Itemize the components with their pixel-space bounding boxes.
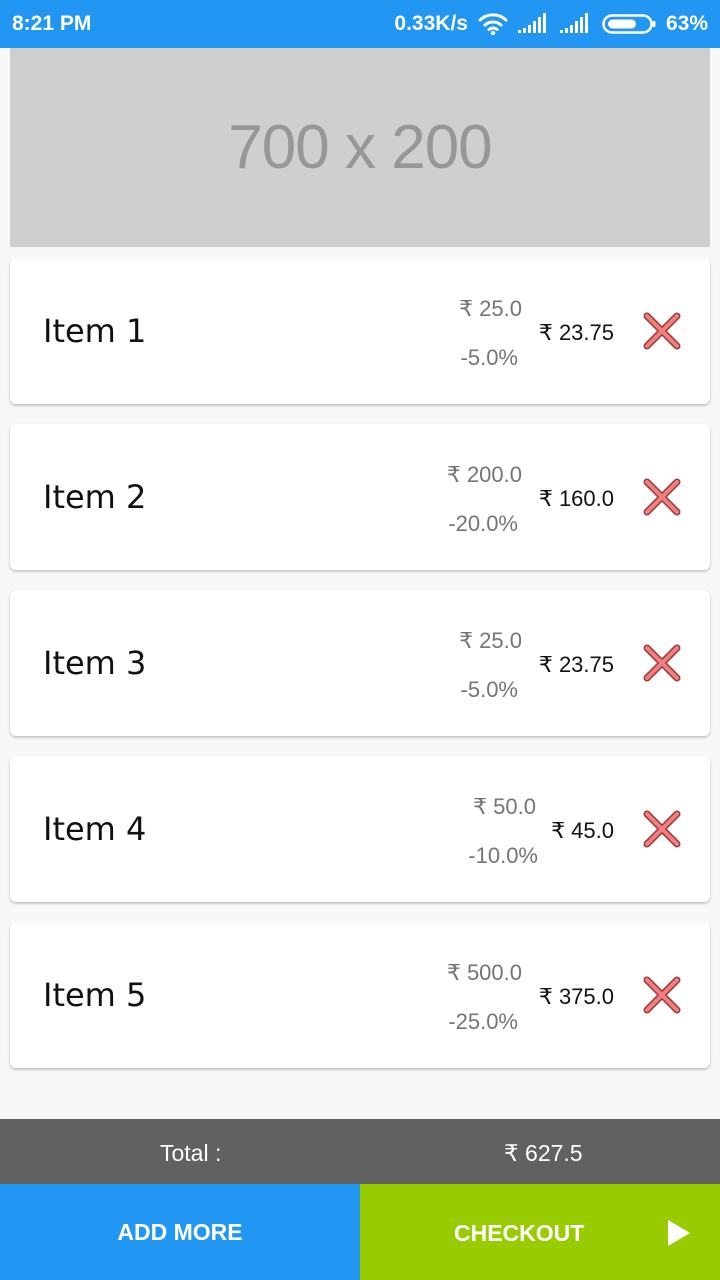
discount-percent: -25.0% (448, 1009, 518, 1034)
add-more-label: ADD MORE (117, 1218, 243, 1245)
wifi-icon (478, 12, 508, 36)
status-time: 8:21 PM (12, 12, 92, 35)
remove-item-button[interactable] (642, 311, 682, 351)
item-name: Item 1 (43, 312, 147, 350)
final-price: ₹ 23.75 (538, 652, 614, 677)
checkout-label: CHECKOUT (454, 1220, 585, 1246)
close-icon (643, 810, 681, 848)
remove-item-button[interactable] (642, 809, 682, 849)
discount-percent: -5.0% (460, 345, 518, 370)
close-icon (643, 478, 681, 516)
cart-item-card: Item 2 ₹ 200.0 -20.0% ₹ 160.0 (10, 424, 710, 570)
signal-icon (517, 13, 550, 35)
status-bar: 8:21 PM 0.33K/s 63% (0, 0, 720, 48)
final-price: ₹ 375.0 (538, 984, 614, 1009)
discount-percent: -5.0% (460, 677, 518, 702)
original-price: ₹ 50.0 (473, 794, 536, 819)
final-price: ₹ 160.0 (538, 486, 614, 511)
banner-image: 700 x 200 (10, 48, 710, 247)
remove-item-button[interactable] (642, 975, 682, 1015)
item-name: Item 5 (43, 976, 147, 1014)
cart-item-card: Item 3 ₹ 25.0 -5.0% ₹ 23.75 (10, 590, 710, 736)
remove-item-button[interactable] (642, 477, 682, 517)
close-icon (643, 976, 681, 1014)
original-price: ₹ 500.0 (446, 960, 522, 985)
discount-percent: -20.0% (448, 511, 518, 536)
item-name: Item 4 (43, 810, 147, 848)
cart-item-card: Item 4 ₹ 50.0 -10.0% ₹ 45.0 (10, 756, 710, 902)
original-price: ₹ 200.0 (446, 462, 522, 487)
item-name: Item 3 (43, 644, 147, 682)
battery-percent: 63% (665, 12, 708, 35)
status-icons: 0.33K/s 63% (394, 12, 708, 36)
cart-item-card: Item 5 ₹ 500.0 -25.0% ₹ 375.0 (10, 922, 710, 1068)
original-price: ₹ 25.0 (459, 628, 522, 653)
remove-item-button[interactable] (642, 643, 682, 683)
item-name: Item 2 (43, 478, 147, 516)
total-value: ₹ 627.5 (504, 1140, 583, 1166)
total-bar: Total : ₹ 627.5 (0, 1119, 720, 1184)
final-price: ₹ 23.75 (538, 320, 614, 345)
original-price: ₹ 25.0 (459, 296, 522, 321)
battery-icon (602, 13, 656, 35)
signal-icon (559, 13, 592, 35)
cart-item-card: Item 1 ₹ 25.0 -5.0% ₹ 23.75 (10, 258, 710, 404)
checkout-button[interactable]: CHECKOUT (360, 1184, 720, 1280)
total-label: Total : (160, 1140, 222, 1166)
network-speed: 0.33K/s (394, 12, 468, 35)
close-icon (643, 312, 681, 350)
discount-percent: -10.0% (468, 843, 538, 868)
add-more-button[interactable]: ADD MORE (0, 1184, 360, 1280)
play-icon (668, 1220, 690, 1252)
final-price: ₹ 45.0 (551, 818, 614, 843)
close-icon (643, 644, 681, 682)
